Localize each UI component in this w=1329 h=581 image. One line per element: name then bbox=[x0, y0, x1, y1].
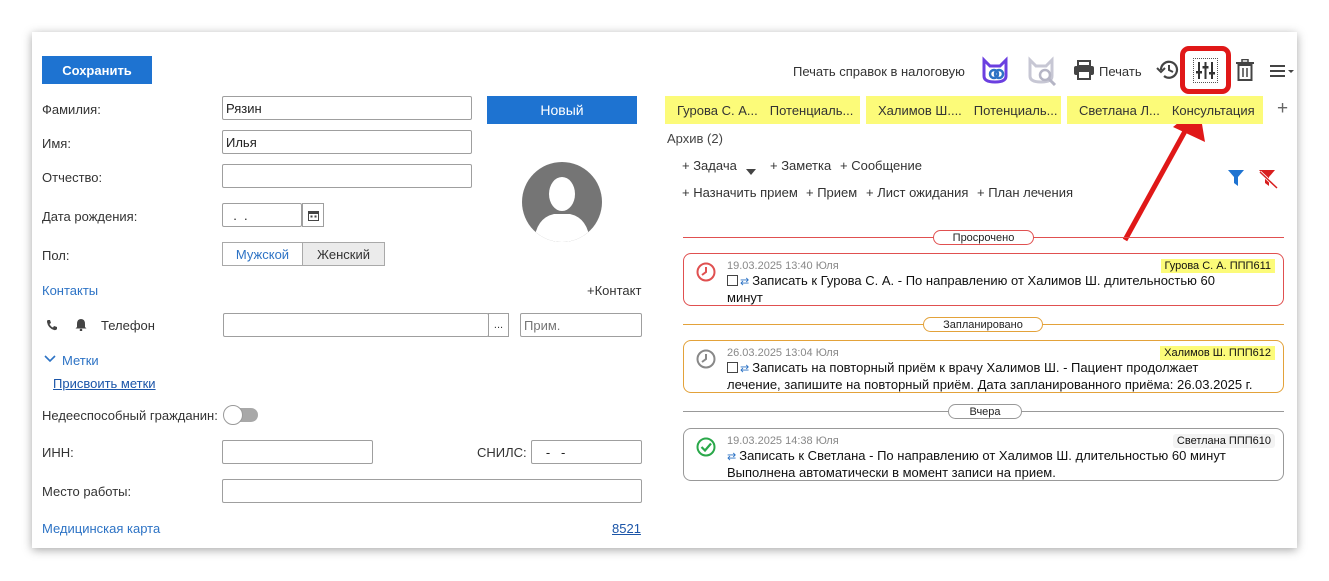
event-checkbox[interactable] bbox=[727, 275, 738, 286]
birthdate-input[interactable]: . . bbox=[222, 203, 302, 227]
trash-icon[interactable] bbox=[1235, 58, 1255, 81]
event-deal-tag[interactable]: Светлана ППП610 bbox=[1172, 434, 1275, 448]
inn-input[interactable] bbox=[222, 440, 373, 464]
clock-overdue-icon bbox=[696, 262, 716, 282]
archive-link[interactable]: Архив (2) bbox=[667, 131, 723, 146]
snils-input[interactable]: - - bbox=[531, 440, 642, 464]
menu-icon[interactable] bbox=[1269, 62, 1295, 80]
caret-down-icon[interactable] bbox=[746, 163, 756, 175]
event-deal-tag[interactable]: Гурова С. А. ППП611 bbox=[1160, 259, 1275, 273]
incapable-toggle[interactable] bbox=[223, 405, 258, 425]
filter-icon[interactable] bbox=[1227, 169, 1245, 187]
snils-label: СНИЛС: bbox=[477, 445, 527, 460]
add-message-action[interactable]: + Сообщение bbox=[840, 158, 922, 173]
event-meta: 26.03.2025 13:04 Юля bbox=[727, 347, 839, 359]
event-card-done[interactable]: 19.03.2025 14:38 Юля Светлана ППП610 ⇄ За… bbox=[683, 428, 1284, 481]
cat-search-icon[interactable] bbox=[1026, 56, 1058, 87]
workplace-label: Место работы: bbox=[42, 484, 132, 499]
incapable-label: Недееспособный гражданин: bbox=[42, 408, 218, 423]
medcard-link[interactable]: Медицинская карта bbox=[42, 521, 160, 536]
tab-3-status: Консультация bbox=[1171, 102, 1255, 118]
event-meta: 19.03.2025 14:38 Юля bbox=[727, 435, 839, 447]
add-visit-action[interactable]: + Прием bbox=[806, 185, 857, 200]
schedule-appointment-action[interactable]: + Назначить прием bbox=[682, 185, 798, 200]
name-label: Имя: bbox=[42, 136, 71, 151]
transfer-icon: ⇄ bbox=[740, 276, 750, 288]
sliders-settings-icon[interactable] bbox=[1193, 58, 1218, 83]
patient-card: Сохранить Печать справок в налоговую Печ… bbox=[32, 32, 1297, 548]
waiting-list-action[interactable]: + Лист ожидания bbox=[866, 185, 968, 200]
gender-female-option[interactable]: Женский bbox=[303, 243, 384, 265]
tab-1-status: Потенциаль... bbox=[769, 102, 854, 118]
workplace-input[interactable] bbox=[222, 479, 642, 503]
tab-1-name: Гурова С. А... bbox=[677, 102, 758, 118]
event-card-planned[interactable]: 26.03.2025 13:04 Юля Халимов Ш. ППП612 ⇄… bbox=[683, 340, 1284, 393]
birthdate-label: Дата рождения: bbox=[42, 209, 138, 224]
surname-label: Фамилия: bbox=[42, 102, 101, 117]
event-meta: 19.03.2025 13:40 Юля bbox=[727, 260, 839, 272]
name-input[interactable]: Илья bbox=[222, 130, 472, 154]
print-button[interactable]: Печать bbox=[1099, 64, 1142, 79]
check-done-icon bbox=[696, 437, 716, 457]
event-card-overdue[interactable]: 19.03.2025 13:40 Юля Гурова С. А. ППП611… bbox=[683, 253, 1284, 306]
patronymic-label: Отчество: bbox=[42, 170, 103, 185]
event-checkbox[interactable] bbox=[727, 362, 738, 373]
save-button[interactable]: Сохранить bbox=[42, 56, 152, 84]
bell-icon[interactable] bbox=[75, 318, 87, 332]
calendar-icon[interactable] bbox=[302, 203, 324, 227]
status-new-button[interactable]: Новый bbox=[487, 96, 637, 124]
surname-input[interactable]: Рязин bbox=[222, 96, 472, 120]
tab-deal-2[interactable]: Халимов Ш.... Потенциаль... bbox=[866, 96, 1061, 124]
add-contact-link[interactable]: +Контакт bbox=[587, 283, 641, 298]
gender-switch: Мужской Женский bbox=[222, 242, 385, 266]
patronymic-input[interactable] bbox=[222, 164, 472, 188]
add-note-action[interactable]: + Заметка bbox=[770, 158, 831, 173]
contacts-link[interactable]: Контакты bbox=[42, 283, 98, 298]
phone-icon bbox=[46, 319, 58, 331]
yesterday-section-label: Вчера bbox=[948, 404, 1022, 419]
tags-toggle[interactable]: Метки bbox=[62, 353, 99, 368]
phone-note-input[interactable] bbox=[520, 313, 642, 337]
transfer-icon: ⇄ bbox=[740, 363, 750, 375]
event-deal-tag[interactable]: Халимов Ш. ППП612 bbox=[1160, 346, 1275, 360]
chevron-down-icon[interactable] bbox=[44, 352, 56, 363]
tax-print-link[interactable]: Печать справок в налоговую bbox=[793, 64, 965, 79]
avatar[interactable] bbox=[522, 162, 602, 242]
clear-filter-icon[interactable] bbox=[1258, 169, 1279, 190]
printer-icon[interactable] bbox=[1073, 60, 1095, 80]
treatment-plan-action[interactable]: + План лечения bbox=[977, 185, 1073, 200]
transfer-icon: ⇄ bbox=[727, 451, 737, 463]
inn-label: ИНН: bbox=[42, 445, 74, 460]
event-text: ⇄ Записать к Гурова С. А. - По направлени… bbox=[727, 273, 1215, 305]
assign-tags-link[interactable]: Присвоить метки bbox=[53, 376, 156, 391]
overdue-section-label: Просрочено bbox=[933, 230, 1034, 245]
phone-input[interactable] bbox=[223, 313, 489, 337]
event-text: ⇄ Записать на повторный приём к врачу Хал… bbox=[727, 360, 1253, 392]
tab-3-name: Светлана Л... bbox=[1079, 102, 1160, 118]
tab-deal-1[interactable]: Гурова С. А... Потенциаль... bbox=[665, 96, 860, 124]
phone-choose-button[interactable]: ... bbox=[488, 313, 509, 337]
cat-link-icon[interactable] bbox=[980, 56, 1010, 84]
phone-label: Телефон bbox=[101, 318, 155, 333]
gender-label: Пол: bbox=[42, 248, 70, 263]
gender-male-option[interactable]: Мужской bbox=[223, 243, 303, 265]
event-text: ⇄ Записать к Светлана - По направлению от… bbox=[727, 448, 1226, 480]
tab-2-name: Халимов Ш.... bbox=[878, 102, 962, 118]
planned-section-label: Запланировано bbox=[923, 317, 1043, 332]
add-task-action[interactable]: + Задача bbox=[682, 158, 737, 173]
tab-2-status: Потенциаль... bbox=[973, 102, 1058, 118]
tab-deal-3[interactable]: Светлана Л... Консультация bbox=[1067, 96, 1263, 124]
add-tab-button[interactable]: + bbox=[1277, 98, 1288, 120]
history-icon[interactable] bbox=[1156, 59, 1180, 81]
medcard-number-link[interactable]: 8521 bbox=[612, 521, 641, 536]
clock-planned-icon bbox=[696, 349, 716, 369]
